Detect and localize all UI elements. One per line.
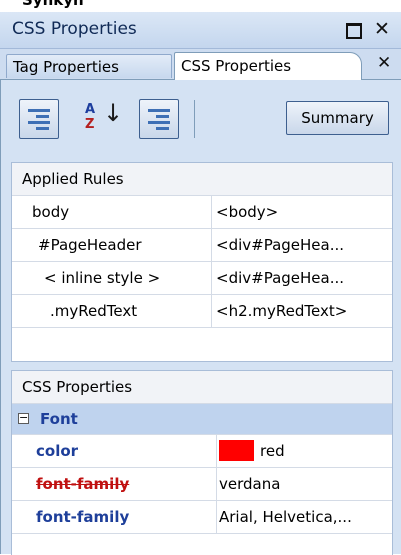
tab-tag-properties[interactable]: Tag Properties — [6, 54, 172, 78]
property-name: color — [36, 442, 79, 460]
tab-strip: Tag Properties CSS Properties ✕ — [0, 49, 401, 80]
rule-row[interactable]: #PageHeader <div#PageHea... — [12, 229, 392, 262]
panel-title: CSS Properties — [12, 19, 137, 39]
tab-css-properties[interactable]: CSS Properties — [174, 52, 362, 80]
rule-row[interactable]: body <body> — [12, 196, 392, 229]
set-properties-icon — [148, 109, 170, 130]
property-name: font-family — [36, 508, 130, 526]
rule-selector: #PageHeader — [12, 229, 212, 261]
sort-alphabetical-button[interactable]: A Z ↓ — [83, 101, 123, 137]
applied-rules-list: Applied Rules body <body> #PageHeader <d… — [11, 162, 393, 362]
sort-a-icon: A — [85, 102, 96, 117]
css-properties-header: CSS Properties — [12, 371, 392, 404]
property-row-font-family-overridden[interactable]: font-family verdana — [12, 468, 392, 501]
css-properties-grid: CSS Properties − Font color red font-fam… — [11, 370, 393, 555]
summary-button[interactable]: Summary — [286, 101, 389, 135]
color-value-text: red — [260, 442, 285, 460]
tab-close-icon[interactable]: ✕ — [377, 53, 391, 73]
close-icon[interactable]: ✕ — [371, 18, 393, 40]
applied-rules-header: Applied Rules — [12, 163, 392, 196]
top-cropped-text: Synkyh — [0, 0, 401, 12]
property-value[interactable]: verdana — [216, 468, 392, 500]
rule-element: <h2.myRedText> — [216, 302, 348, 320]
toolbar-separator — [194, 100, 195, 138]
property-value[interactable]: red — [216, 435, 392, 467]
collapse-icon[interactable]: − — [18, 412, 29, 424]
toolbar: A Z ↓ Summary — [1, 80, 401, 160]
property-name-overridden: font-family — [36, 475, 130, 493]
categorized-view-button[interactable] — [19, 99, 59, 139]
show-set-properties-button[interactable] — [139, 99, 179, 139]
rule-selector: body — [12, 196, 212, 228]
font-group-label: Font — [40, 410, 78, 428]
font-group-row[interactable]: − Font — [12, 404, 392, 435]
sort-z-icon: Z — [85, 117, 95, 132]
rule-element: <div#PageHea... — [216, 236, 345, 254]
rule-row[interactable]: .myRedText <h2.myRedText> — [12, 295, 392, 328]
rule-element: <body> — [216, 203, 279, 221]
categorized-icon — [28, 109, 50, 130]
property-row-font-family[interactable]: font-family Arial, Helvetica,... — [12, 501, 392, 534]
property-value[interactable]: Arial, Helvetica,... — [216, 501, 392, 533]
rule-row[interactable]: < inline style > <div#PageHea... — [12, 262, 392, 295]
panel-titlebar: CSS Properties ✕ — [0, 12, 401, 49]
color-swatch — [219, 439, 254, 461]
rule-element: <div#PageHea... — [216, 269, 345, 287]
sort-arrow-icon: ↓ — [103, 99, 124, 127]
rule-selector: .myRedText — [12, 295, 212, 327]
css-properties-panel: A Z ↓ Summary Applied Rules body <body> … — [0, 80, 401, 555]
maximize-icon[interactable] — [342, 18, 364, 40]
property-row-color[interactable]: color red — [12, 435, 392, 468]
rule-selector: < inline style > — [12, 262, 212, 294]
cropped-label: Synkyh — [22, 0, 84, 9]
